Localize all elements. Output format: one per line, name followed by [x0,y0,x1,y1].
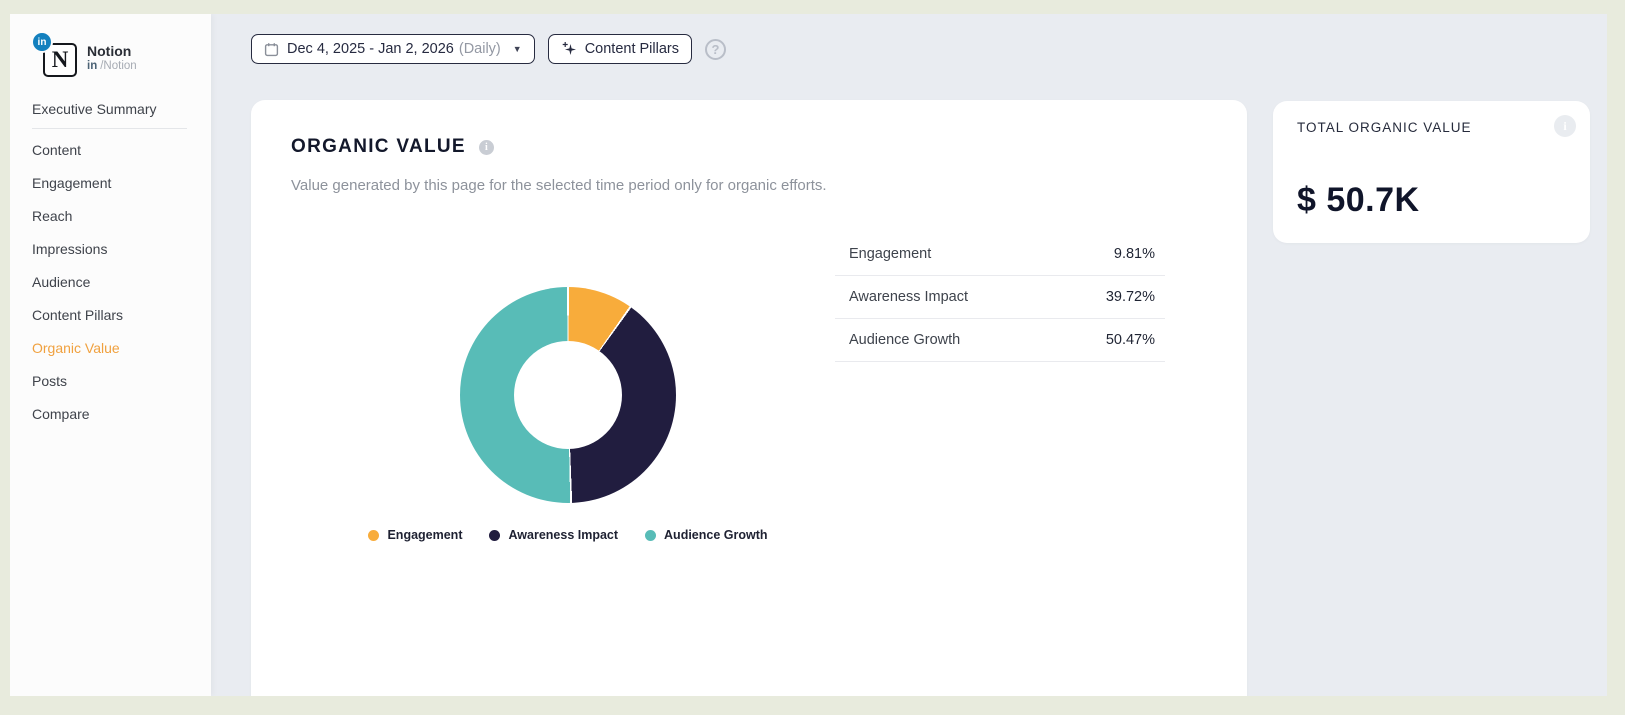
organic-value-donut-chart[interactable] [460,287,676,503]
legend-dot-audience-growth [645,529,657,541]
table-row: Awareness Impact 39.72% [835,276,1165,319]
table-row-value: 39.72% [1105,289,1155,305]
legend-dot-engagement [368,529,380,541]
content-area: Dec 4, 2025 - Jan 2, 2026 (Daily) ▼ Cont… [211,14,1607,696]
calendar-icon [264,42,279,57]
date-range-label: Dec 4, 2025 - Jan 2, 2026 [287,41,454,57]
sidebar-item-reach[interactable]: Reach [10,199,211,232]
sidebar-item-content[interactable]: Content [10,133,211,166]
total-card-title: TOTAL ORGANIC VALUE [1297,120,1472,135]
linkedin-badge-text: in [37,36,47,48]
sidebar-item-organic-value[interactable]: Organic Value [10,331,211,364]
notion-logo-letter: N [51,47,69,72]
sidebar-item-posts[interactable]: Posts [10,364,211,397]
sidebar-divider [32,128,187,129]
chart-column: Engagement Awareness Impact Audience Gro… [251,100,885,696]
table-row: Engagement 9.81% [835,233,1165,276]
date-range-picker[interactable]: Dec 4, 2025 - Jan 2, 2026 (Daily) ▼ [251,34,535,64]
toolbar: Dec 4, 2025 - Jan 2, 2026 (Daily) ▼ Cont… [251,34,726,64]
sidebar-nav: Executive Summary Content Engagement Rea… [10,92,211,430]
legend-label: Audience Growth [664,528,768,542]
sidebar: in N Notion in/Notion Executive Summary … [10,14,211,696]
legend-label: Engagement [387,528,463,542]
table-row-value: 50.47% [1105,332,1155,348]
brand-handle-path: /Notion [100,60,137,72]
sidebar-item-content-pillars[interactable]: Content Pillars [10,298,211,331]
info-icon[interactable]: i [1554,115,1576,137]
content-pillars-label: Content Pillars [584,41,679,57]
sidebar-item-impressions[interactable]: Impressions [10,232,211,265]
organic-value-card: ORGANIC VALUE i Value generated by this … [251,100,1247,696]
brand-handle-network: in [87,60,98,72]
sparkles-icon [561,41,577,57]
brand-text: Notion in/Notion [87,31,137,74]
total-organic-value: $ 50.7K [1297,181,1420,219]
brand-header: in N Notion in/Notion [31,31,137,77]
app-frame: in N Notion in/Notion Executive Summary … [10,14,1607,696]
sidebar-item-engagement[interactable]: Engagement [10,166,211,199]
total-organic-value-card: TOTAL ORGANIC VALUE i $ 50.7K [1273,101,1590,243]
content-pillars-button[interactable]: Content Pillars [547,34,692,64]
sidebar-item-audience[interactable]: Audience [10,265,211,298]
brand-handle: in/Notion [87,59,137,74]
date-granularity-label: (Daily) [458,41,501,57]
sidebar-item-executive-summary[interactable]: Executive Summary [10,92,211,125]
page: in N Notion in/Notion Executive Summary … [0,0,1625,715]
help-icon[interactable]: ? [704,38,726,60]
legend-label: Awareness Impact [508,528,619,542]
table-row: Audience Growth 50.47% [835,319,1165,362]
sidebar-item-compare[interactable]: Compare [10,397,211,430]
legend-item-engagement[interactable]: Engagement [368,528,462,542]
table-row-label: Audience Growth [849,332,961,348]
organic-value-table: Engagement 9.81% Awareness Impact 39.72%… [835,233,1165,362]
chevron-down-icon: ▼ [512,44,522,54]
chart-legend: Engagement Awareness Impact Audience Gro… [251,528,885,542]
table-row-label: Awareness Impact [849,289,969,305]
table-row-value: 9.81% [1113,246,1155,262]
legend-dot-awareness-impact [489,529,501,541]
table-row-label: Engagement [849,246,932,262]
legend-item-awareness-impact[interactable]: Awareness Impact [489,528,618,542]
total-card-header: TOTAL ORGANIC VALUE i [1297,115,1576,137]
linkedin-badge-icon: in [31,31,53,53]
brand-name: Notion [87,43,132,59]
notion-logo: in N [31,31,77,77]
legend-item-audience-growth[interactable]: Audience Growth [645,528,768,542]
